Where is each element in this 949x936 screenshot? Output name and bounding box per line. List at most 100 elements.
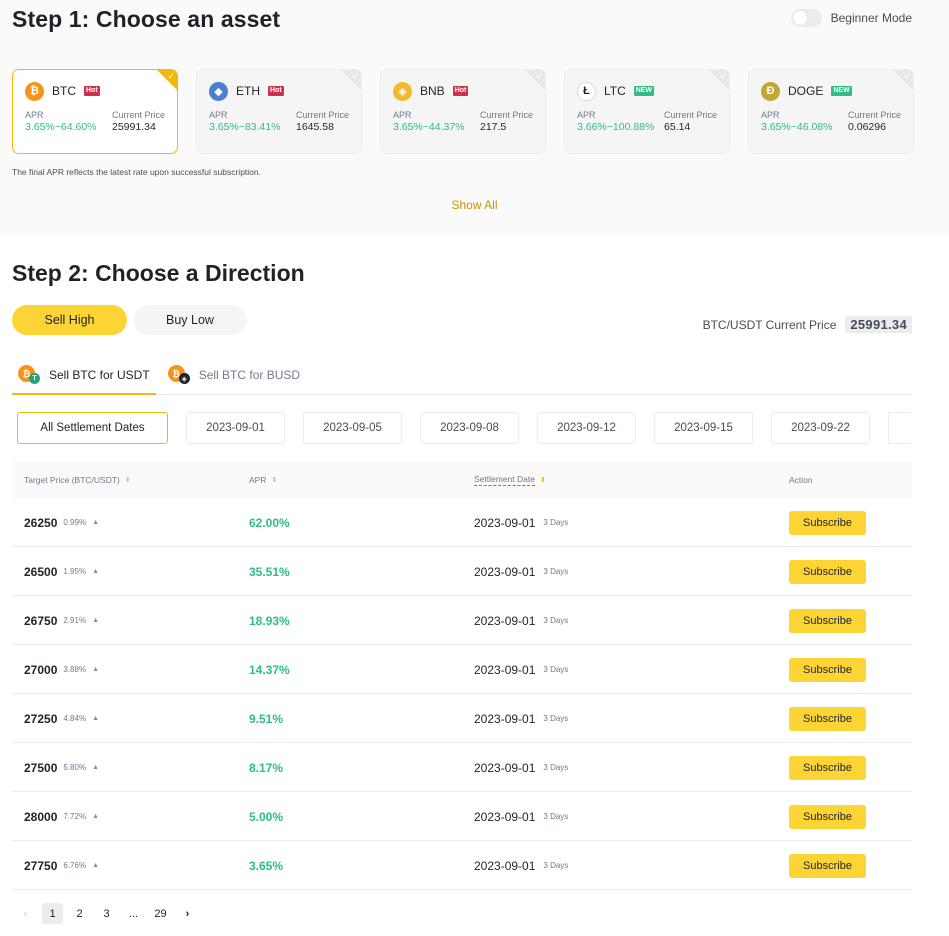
settlement-date: 2023-09-01 xyxy=(474,760,536,775)
pair-tab-busd[interactable]: ₿ ◈ Sell BTC for BUSD xyxy=(162,356,306,394)
ethereum-icon: ◆ xyxy=(209,81,228,101)
toggle-switch[interactable] xyxy=(790,9,822,27)
date-filter-option[interactable]: 2023-09-08 xyxy=(420,412,519,444)
page-button[interactable]: 2 xyxy=(69,903,90,924)
asset-badge: Hot xyxy=(268,86,284,96)
sell-high-button[interactable]: Sell High xyxy=(12,305,127,335)
beginner-mode-toggle[interactable]: Beginner Mode xyxy=(790,9,912,27)
subscribe-button[interactable]: Subscribe xyxy=(789,853,866,878)
show-all-link[interactable]: Show All xyxy=(451,198,497,212)
date-filter-option[interactable]: 2023-09-01 xyxy=(186,412,285,444)
current-price-value: 25991.34 xyxy=(845,316,912,333)
asset-badge: Hot xyxy=(84,86,100,96)
pair-tabs: ₿ T Sell BTC for USDT ₿ ◈ Sell BTC for B… xyxy=(12,356,912,395)
term-days: 3 Days xyxy=(543,665,569,674)
settlement-date: 2023-09-01 xyxy=(474,711,536,726)
subscribe-button[interactable]: Subscribe xyxy=(789,657,866,682)
settlement-date-filter: All Settlement Dates 2023-09-01 2023-09-05… xyxy=(17,412,910,444)
sort-ascending-icon[interactable]: ⬍ xyxy=(540,477,546,484)
apr-range: 3.65%~44.37% xyxy=(393,121,465,133)
asset-cards: ✓ ₿ BTC Hot APR 3.65%~64.60% Current Pri… xyxy=(12,69,914,154)
date-filter-overflow[interactable] xyxy=(888,412,910,444)
apr-value: 62.00% xyxy=(249,515,290,530)
asset-card-btc[interactable]: ✓ ₿ BTC Hot APR 3.65%~64.60% Current Pri… xyxy=(12,69,178,154)
settlement-date: 2023-09-01 xyxy=(474,515,536,530)
apr-value: 9.51% xyxy=(249,711,284,726)
settlement-date: 2023-09-01 xyxy=(474,564,536,579)
subscribe-button[interactable]: Subscribe xyxy=(789,706,866,731)
up-arrow-icon: ▲ xyxy=(92,617,99,624)
subscribe-button[interactable]: Subscribe xyxy=(789,510,866,535)
current-price-value: 25991.34 xyxy=(111,121,156,133)
beginner-mode-label: Beginner Mode xyxy=(830,11,912,25)
check-icon: ✓ xyxy=(535,71,543,81)
up-arrow-icon: ▲ xyxy=(92,764,99,771)
column-settlement-date[interactable]: Settlement Date ⬍ xyxy=(474,474,546,486)
current-price-value: 65.14 xyxy=(663,121,691,133)
term-days: 3 Days xyxy=(543,518,569,527)
asset-badge: Hot xyxy=(452,86,469,96)
prev-page-chevron-left-icon[interactable]: ‹ xyxy=(15,903,36,924)
current-price-display: BTC/USDT Current Price 25991.34 xyxy=(703,316,912,333)
date-filter-option[interactable]: 2023-09-12 xyxy=(537,412,636,444)
pair-tab-usdt[interactable]: ₿ T Sell BTC for USDT xyxy=(12,356,156,395)
term-days: 3 Days xyxy=(543,763,569,772)
date-filter-option[interactable]: 2023-09-22 xyxy=(771,412,870,444)
asset-symbol: BNB xyxy=(420,84,445,98)
column-settlement-date-label: Settlement Date xyxy=(474,474,535,486)
subscribe-button[interactable]: Subscribe xyxy=(789,804,866,829)
settlement-date: 2023-09-01 xyxy=(474,858,536,873)
page-button[interactable]: 3 xyxy=(96,903,117,924)
column-target-price[interactable]: Target Price (BTC/USDT) ⬍ xyxy=(24,475,131,485)
column-apr-label: APR xyxy=(249,475,267,485)
up-arrow-icon: ▲ xyxy=(92,666,99,673)
target-price: 26250 xyxy=(24,515,58,530)
current-price-label: Current Price xyxy=(479,110,533,120)
table-row: 28000 7.72% ▲ 5.00% 2023-09-01 3 Days Su… xyxy=(12,792,912,841)
asset-symbol: ETH xyxy=(236,84,260,98)
sort-icon[interactable]: ⬍ xyxy=(125,477,131,484)
buy-low-button[interactable]: Buy Low xyxy=(134,305,246,335)
up-arrow-icon: ▲ xyxy=(92,519,99,526)
date-filter-all[interactable]: All Settlement Dates xyxy=(17,412,168,444)
asset-card-ltc[interactable]: ✓ Ł LTC NEW APR 3.66%~100.88% Current Pr… xyxy=(564,69,730,154)
next-page-chevron-right-icon[interactable]: › xyxy=(177,903,198,924)
price-diff: 3.88% xyxy=(63,665,87,674)
table-row: 27500 5.80% ▲ 8.17% 2023-09-01 3 Days Su… xyxy=(12,743,912,792)
asset-card-doge[interactable]: ✓ Ð DOGE NEW APR 3.65%~46.08% Current Pr… xyxy=(748,69,914,154)
check-icon: ✓ xyxy=(903,71,911,81)
step2-title: Step 2: Choose a Direction xyxy=(12,260,305,286)
pagination-ellipsis: ... xyxy=(128,907,139,920)
subscribe-button[interactable]: Subscribe xyxy=(789,608,866,633)
asset-badge: NEW xyxy=(633,86,655,96)
price-diff: 6.76% xyxy=(63,861,87,870)
date-filter-option[interactable]: 2023-09-05 xyxy=(303,412,402,444)
price-diff: 7.72% xyxy=(63,812,87,821)
step1-section: Step 1: Choose an asset Beginner Mode ✓ … xyxy=(0,0,949,233)
asset-symbol: BTC xyxy=(52,84,76,98)
apr-label: APR xyxy=(393,110,412,120)
asset-card-eth[interactable]: ✓ ◆ ETH Hot APR 3.65%~83.41% Current Pri… xyxy=(196,69,362,154)
up-arrow-icon: ▲ xyxy=(92,568,99,575)
up-arrow-icon: ▲ xyxy=(92,813,99,820)
price-diff: 1.95% xyxy=(63,567,87,576)
subscribe-button[interactable]: Subscribe xyxy=(789,755,866,780)
page-button[interactable]: 1 xyxy=(42,903,63,924)
asset-symbol: LTC xyxy=(604,84,626,98)
asset-card-bnb[interactable]: ✓ ◈ BNB Hot APR 3.65%~44.37% Current Pri… xyxy=(380,69,546,154)
pair-icon: ₿ ◈ xyxy=(167,365,192,385)
apr-value: 3.65% xyxy=(249,858,284,873)
tether-icon: T xyxy=(29,373,40,384)
apr-value: 8.17% xyxy=(249,760,284,775)
asset-badge: NEW xyxy=(831,86,852,96)
current-price-value: 0.06296 xyxy=(847,121,886,133)
subscribe-button[interactable]: Subscribe xyxy=(789,559,866,584)
column-apr[interactable]: APR ⬍ xyxy=(249,475,277,485)
sort-icon[interactable]: ⬍ xyxy=(271,477,277,484)
date-filter-option[interactable]: 2023-09-15 xyxy=(654,412,753,444)
check-icon: ✓ xyxy=(351,71,359,81)
page-button[interactable]: 29 xyxy=(150,903,171,924)
apr-range: 3.65%~64.60% xyxy=(25,121,97,133)
busd-icon: ◈ xyxy=(178,373,190,384)
current-price-label: Current Price xyxy=(295,110,349,120)
